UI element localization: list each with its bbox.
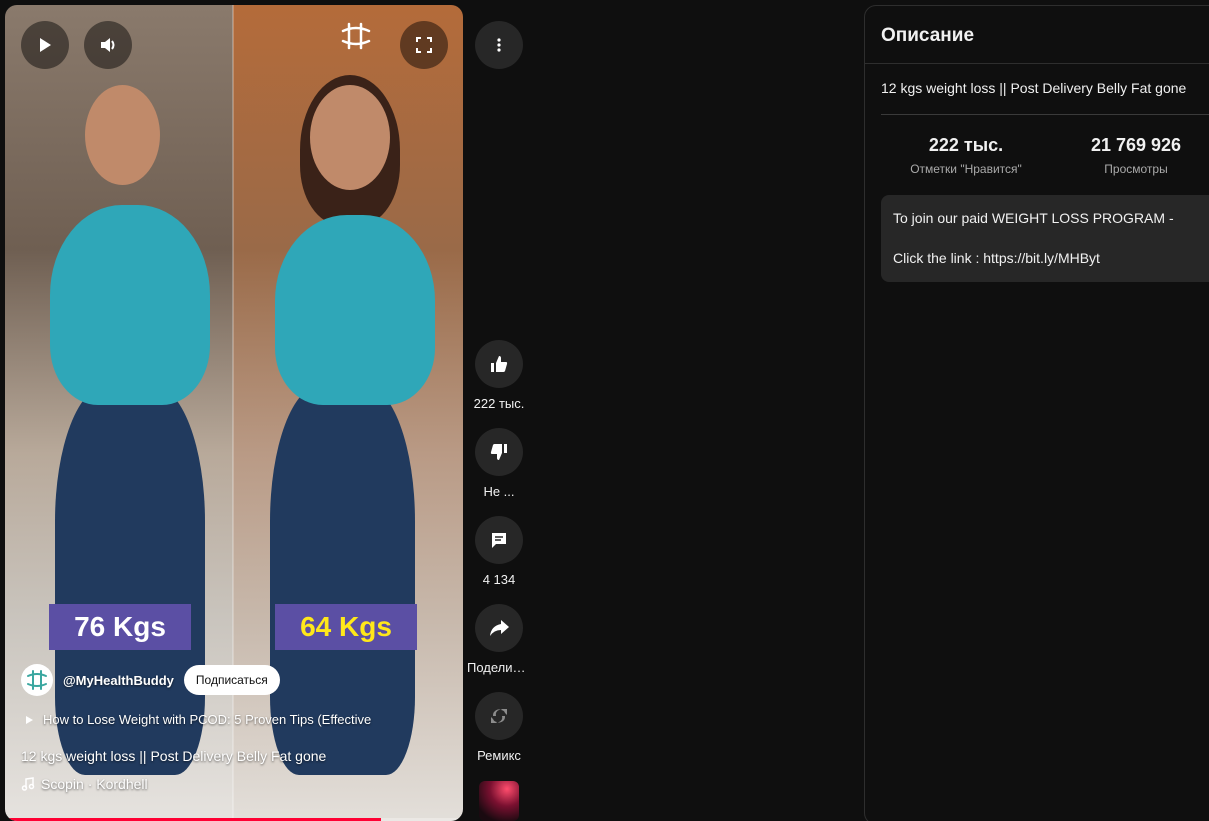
description-line-1: To join our paid WEIGHT LOSS PROGRAM -	[893, 210, 1174, 226]
comments-action: 4 134	[463, 516, 535, 587]
after-figure-head	[310, 85, 390, 190]
likes-label: Отметки "Нравится"	[910, 162, 1022, 176]
remix-button[interactable]	[475, 692, 523, 740]
dislike-button[interactable]	[475, 428, 523, 476]
video-title-overlay: 12 kgs weight loss || Post Delivery Bell…	[21, 748, 327, 764]
more-options-button[interactable]	[475, 21, 523, 69]
dislike-action: Не ...	[463, 428, 535, 499]
description-line-2[interactable]: Click the link : https://bit.ly/MHByt	[893, 248, 1209, 268]
channel-logo-icon	[27, 670, 47, 690]
remix-label: Ремикс	[477, 748, 521, 763]
views-value: 21 769 926	[1090, 135, 1182, 155]
like-button[interactable]	[475, 340, 523, 388]
fullscreen-icon	[416, 37, 432, 53]
remix-action: Ремикс	[463, 692, 535, 763]
fullscreen-button[interactable]	[400, 21, 448, 69]
like-count: 222 тыс.	[473, 396, 525, 411]
related-video-link[interactable]: How to Lose Weight with PCOD: 5 Proven T…	[23, 712, 463, 727]
views-stat: 21 769 926 Просмотры	[1051, 135, 1209, 176]
dislike-label: Не ...	[483, 484, 515, 499]
description-body: To join our paid WEIGHT LOSS PROGRAM - C…	[881, 195, 1209, 282]
thumbs-up-icon	[491, 356, 508, 372]
volume-button[interactable]	[84, 21, 132, 69]
split-divider	[232, 5, 234, 821]
share-arrow-icon	[490, 620, 509, 636]
channel-row: @MyHealthBuddy Подписаться	[21, 664, 280, 696]
shorts-page: 76 Kgs 64 Kgs @MyHealthBuddy Подписаться…	[0, 0, 1209, 821]
share-action: Поделиться	[463, 604, 535, 675]
brand-watermark	[339, 21, 373, 51]
before-figure-head	[85, 85, 160, 185]
description-title: 12 kgs weight loss || Post Delivery Bell…	[881, 80, 1187, 96]
description-panel: Описание 12 kgs weight loss || Post Deli…	[864, 5, 1209, 821]
more-vert-icon	[497, 38, 501, 52]
volume-icon	[101, 38, 115, 52]
play-button[interactable]	[21, 21, 69, 69]
comments-count: 4 134	[482, 572, 516, 587]
brand-logo-icon	[341, 22, 371, 50]
thumbs-down-icon	[490, 444, 507, 460]
description-header: Описание	[865, 6, 1209, 64]
weight-after-label: 64 Kgs	[275, 604, 417, 650]
share-button[interactable]	[475, 604, 523, 652]
remix-icon	[491, 709, 507, 723]
sound-thumbnail[interactable]	[479, 781, 519, 821]
subscribe-button[interactable]: Подписаться	[183, 665, 280, 695]
like-action: 222 тыс.	[463, 340, 535, 411]
comments-button[interactable]	[475, 516, 523, 564]
related-video-title: How to Lose Weight with PCOD: 5 Proven T…	[43, 712, 372, 727]
music-link[interactable]: Scopin · Kordhell	[21, 776, 148, 792]
after-figure-shirt	[275, 215, 435, 405]
stats-row: 222 тыс. Отметки "Нравится" 21 769 926 П…	[865, 115, 1209, 176]
music-label: Scopin · Kordhell	[41, 776, 148, 792]
before-figure-shirt	[50, 205, 210, 405]
likes-stat: 222 тыс. Отметки "Нравится"	[881, 135, 1051, 176]
weight-before-label: 76 Kgs	[49, 604, 191, 650]
views-label: Просмотры	[1104, 162, 1168, 176]
video-player[interactable]: 76 Kgs 64 Kgs @MyHealthBuddy Подписаться…	[5, 5, 463, 821]
play-icon	[40, 38, 51, 52]
actions-column: 222 тыс. Не ... 4 134 Поделиться Ремикс	[463, 0, 535, 821]
play-small-icon	[26, 715, 33, 724]
channel-avatar[interactable]	[21, 664, 53, 696]
share-label: Поделиться	[467, 660, 531, 675]
music-note-icon	[21, 777, 35, 791]
likes-value: 222 тыс.	[928, 135, 1004, 155]
channel-name[interactable]: @MyHealthBuddy	[63, 673, 174, 688]
comment-icon	[492, 533, 506, 548]
